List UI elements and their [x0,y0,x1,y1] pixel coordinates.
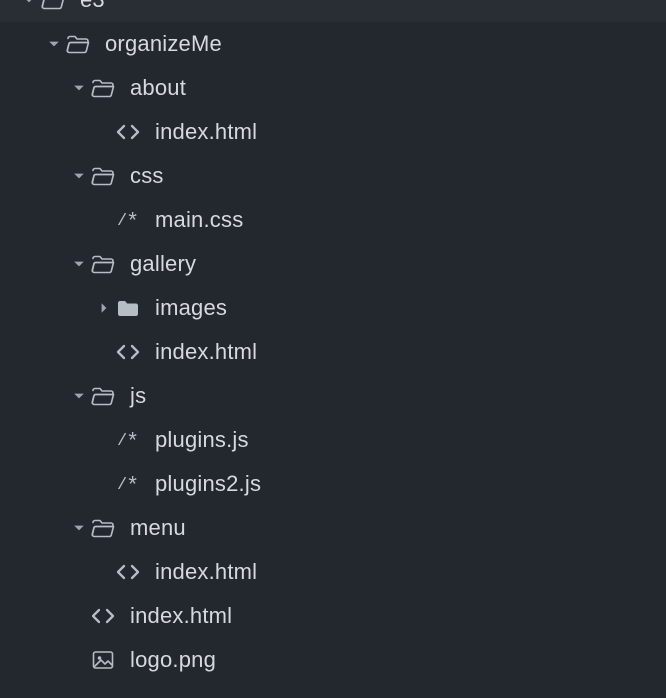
tree-item-label: menu [130,515,186,541]
folder-open-icon [90,254,116,274]
chevron-right-icon[interactable] [93,302,115,314]
svg-text:*: * [126,430,139,450]
tree-file[interactable]: index.html [0,110,666,154]
tree-item-label: plugins2.js [155,471,261,497]
folder-open-icon [65,34,91,54]
tree-file[interactable]: /* main.css [0,198,666,242]
code-file-icon: /* [115,430,141,450]
tree-item-label: gallery [130,251,196,277]
html-file-icon [115,563,141,581]
image-file-icon [90,650,116,670]
folder-open-icon [90,386,116,406]
tree-folder[interactable]: gallery [0,242,666,286]
folder-closed-icon [115,298,141,318]
folder-open-icon [90,78,116,98]
tree-item-label: index.html [130,603,232,629]
svg-text:*: * [126,474,139,494]
tree-item-label: js [130,383,146,409]
tree-folder[interactable]: e3 [0,0,666,22]
tree-item-label: main.css [155,207,243,233]
tree-file[interactable]: index.html [0,550,666,594]
tree-item-label: index.html [155,559,257,585]
tree-file[interactable]: /* plugins2.js [0,462,666,506]
tree-item-label: images [155,295,227,321]
tree-file[interactable]: index.html [0,594,666,638]
html-file-icon [115,343,141,361]
tree-folder[interactable]: about [0,66,666,110]
code-file-icon: /* [115,210,141,230]
folder-open-icon [40,0,66,10]
tree-item-label: plugins.js [155,427,249,453]
tree-file[interactable]: logo.png [0,638,666,682]
file-tree: e3 organizeMe about index.html css /* main.css… [0,0,666,682]
chevron-down-icon[interactable] [68,390,90,402]
code-file-icon: /* [115,474,141,494]
chevron-down-icon[interactable] [68,170,90,182]
tree-folder[interactable]: menu [0,506,666,550]
tree-folder[interactable]: css [0,154,666,198]
tree-folder[interactable]: images [0,286,666,330]
chevron-down-icon[interactable] [68,82,90,94]
tree-file[interactable]: /* plugins.js [0,418,666,462]
folder-open-icon [90,518,116,538]
svg-text:*: * [126,210,139,230]
chevron-down-icon[interactable] [18,0,40,6]
tree-item-label: about [130,75,186,101]
tree-item-label: index.html [155,339,257,365]
tree-item-label: css [130,163,164,189]
tree-item-label: e3 [80,0,105,13]
chevron-down-icon[interactable] [68,258,90,270]
chevron-down-icon[interactable] [43,38,65,50]
tree-item-label: organizeMe [105,31,222,57]
html-file-icon [115,123,141,141]
tree-folder[interactable]: js [0,374,666,418]
folder-open-icon [90,166,116,186]
tree-folder[interactable]: organizeMe [0,22,666,66]
chevron-down-icon[interactable] [68,522,90,534]
tree-item-label: index.html [155,119,257,145]
tree-item-label: logo.png [130,647,216,673]
tree-file[interactable]: index.html [0,330,666,374]
html-file-icon [90,607,116,625]
